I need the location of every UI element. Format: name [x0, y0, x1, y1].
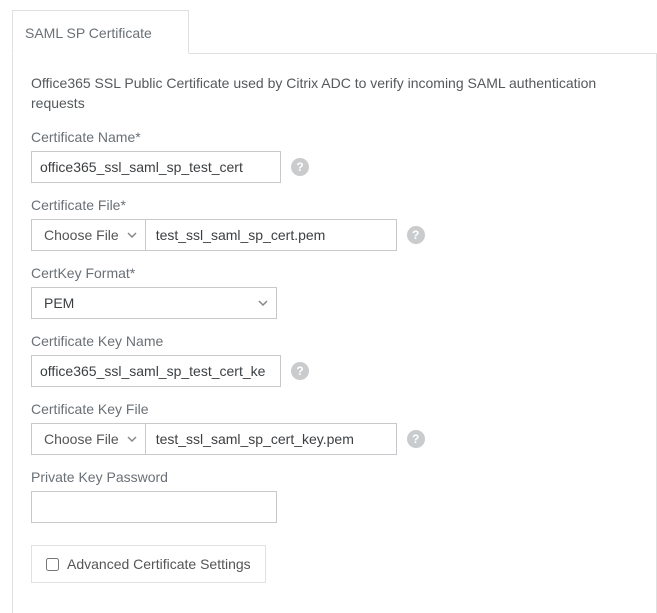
- field-private-key-password: Private Key Password: [31, 469, 638, 523]
- field-certificate-file: Certificate File* Choose File test_ssl_s…: [31, 197, 638, 251]
- field-certkey-format: CertKey Format* PEM: [31, 265, 638, 319]
- panel-description: Office365 SSL Public Certificate used by…: [31, 74, 638, 113]
- tab-saml-sp-certificate[interactable]: SAML SP Certificate: [12, 10, 189, 54]
- choose-file-button[interactable]: Choose File: [32, 424, 146, 454]
- choose-file-button-label: Choose File: [44, 227, 119, 243]
- certificate-name-input[interactable]: [31, 151, 281, 183]
- chevron-down-icon: [127, 436, 137, 442]
- help-icon[interactable]: ?: [291, 362, 309, 380]
- help-icon[interactable]: ?: [291, 158, 309, 176]
- label-certificate-key-file: Certificate Key File: [31, 401, 638, 417]
- certificate-key-name-input[interactable]: [31, 355, 281, 387]
- choose-file-button-label: Choose File: [44, 431, 119, 447]
- certificate-file-chooser[interactable]: Choose File test_ssl_saml_sp_cert.pem: [31, 219, 397, 251]
- certificate-key-file-name: test_ssl_saml_sp_cert_key.pem: [146, 424, 396, 454]
- label-private-key-password: Private Key Password: [31, 469, 638, 485]
- certkey-format-value: PEM: [44, 295, 74, 311]
- chevron-down-icon: [127, 232, 137, 238]
- form-panel: Office365 SSL Public Certificate used by…: [12, 54, 657, 613]
- certificate-file-name: test_ssl_saml_sp_cert.pem: [146, 220, 396, 250]
- label-certificate-name: Certificate Name*: [31, 129, 638, 145]
- help-icon[interactable]: ?: [407, 430, 425, 448]
- certkey-format-select[interactable]: PEM: [31, 287, 277, 319]
- label-certkey-format: CertKey Format*: [31, 265, 638, 281]
- saml-sp-cert-panel: SAML SP Certificate Office365 SSL Public…: [0, 0, 657, 613]
- label-certificate-key-name: Certificate Key Name: [31, 333, 638, 349]
- choose-file-button[interactable]: Choose File: [32, 220, 146, 250]
- field-certificate-key-name: Certificate Key Name ?: [31, 333, 638, 387]
- field-certificate-key-file: Certificate Key File Choose File test_ss…: [31, 401, 638, 455]
- advanced-certificate-settings-label: Advanced Certificate Settings: [67, 556, 251, 572]
- label-certificate-file: Certificate File*: [31, 197, 638, 213]
- certificate-key-file-chooser[interactable]: Choose File test_ssl_saml_sp_cert_key.pe…: [31, 423, 397, 455]
- advanced-certificate-settings-checkbox[interactable]: [46, 558, 59, 571]
- private-key-password-input[interactable]: [31, 491, 277, 523]
- advanced-certificate-settings-toggle[interactable]: Advanced Certificate Settings: [31, 545, 266, 583]
- tab-bar: SAML SP Certificate: [12, 10, 657, 54]
- chevron-down-icon: [258, 300, 268, 306]
- field-certificate-name: Certificate Name* ?: [31, 129, 638, 183]
- tab-label: SAML SP Certificate: [25, 25, 152, 41]
- help-icon[interactable]: ?: [407, 226, 425, 244]
